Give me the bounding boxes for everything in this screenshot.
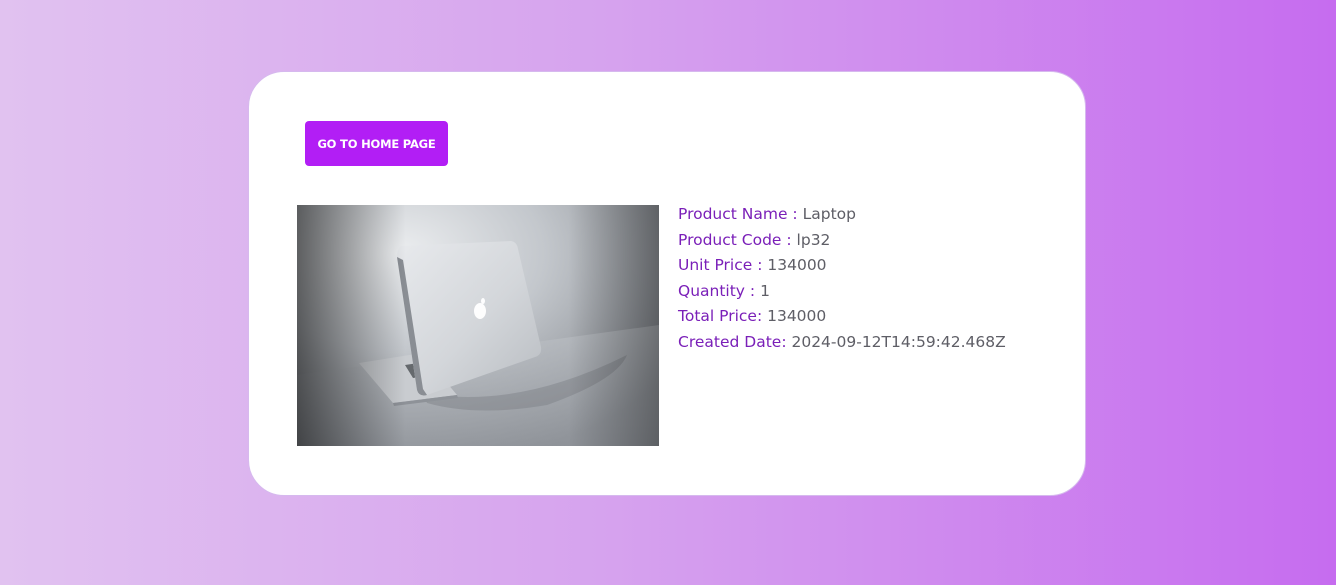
product-name-value: Laptop <box>802 205 856 223</box>
product-code-label: Product Code : <box>678 230 797 249</box>
quantity-row: Quantity : 1 <box>678 279 1006 305</box>
product-image <box>297 205 659 446</box>
product-details: Product Name : Laptop Product Code : lp3… <box>678 202 1006 356</box>
laptop-photo-icon <box>297 205 659 446</box>
total-price-label: Total Price: <box>678 307 768 326</box>
created-date-label: Created Date: <box>678 332 792 351</box>
product-detail-card: GO TO HOME PAGE Product Name: Laptop Pr… <box>248 71 1086 496</box>
product-name-label: Product Name : <box>678 205 803 223</box>
unit-price-row: Unit Price : 134000 <box>678 253 1006 279</box>
total-price-value: 134000 <box>767 307 827 326</box>
total-price-row: Total Price: 134000 <box>678 304 1006 330</box>
product-code-row: Product Code : lp32 <box>678 228 1006 254</box>
quantity-value: 1 <box>760 281 770 300</box>
created-date-row: Created Date: 2024-09-12T14:59:42.468Z <box>678 330 1006 356</box>
product-name-row: Product Name : Laptop <box>678 202 1006 228</box>
product-code-value: lp32 <box>796 230 831 249</box>
go-to-home-page-button[interactable]: GO TO HOME PAGE <box>305 121 448 166</box>
quantity-label: Quantity : <box>678 281 761 300</box>
unit-price-label: Unit Price : <box>678 256 768 275</box>
unit-price-value: 134000 <box>767 256 827 275</box>
created-date-value: 2024-09-12T14:59:42.468Z <box>791 332 1006 351</box>
